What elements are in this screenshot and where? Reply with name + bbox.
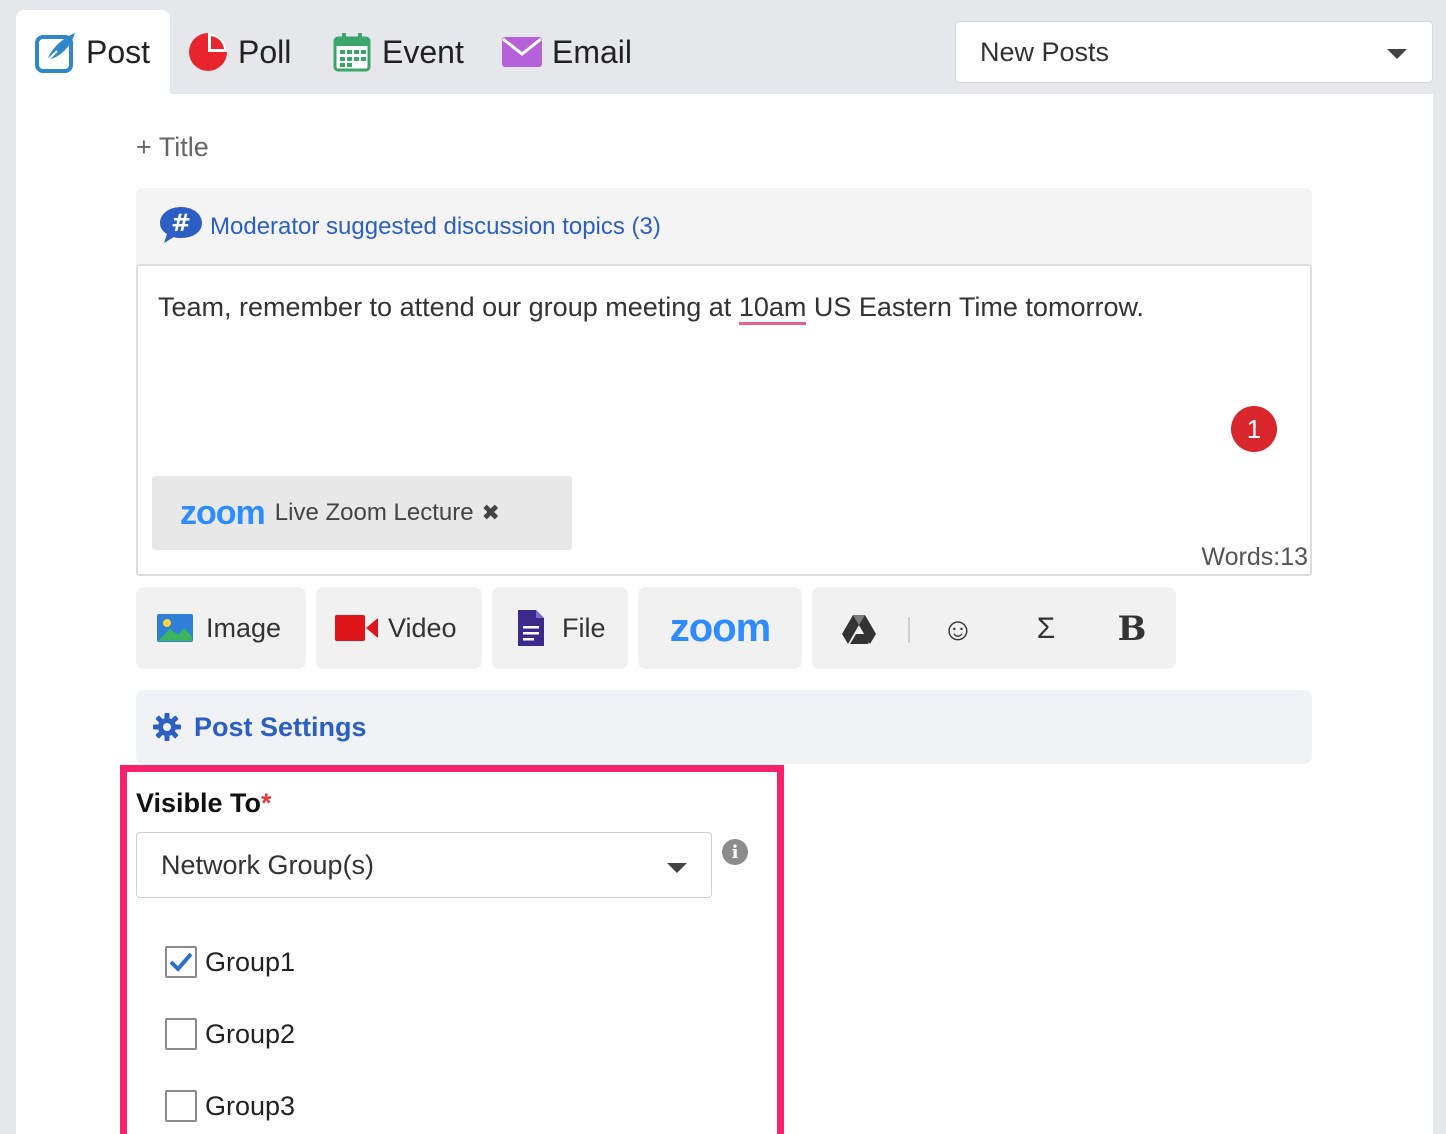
hashtag-bubble-icon: # (158, 205, 204, 250)
tab-event[interactable]: Event (330, 10, 464, 94)
caret-down-icon (1387, 49, 1407, 59)
suggested-topics-label: Moderator suggested discussion topics (3… (210, 213, 661, 240)
composer-tab-bar: Post Poll Event Email New Posts (0, 0, 1446, 94)
visible-to-value: Network Group(s) (161, 849, 375, 880)
feed-filter-value: New Posts (980, 36, 1110, 67)
caret-down-icon (667, 863, 687, 873)
zoom-attachment-name: Live Zoom Lecture (274, 499, 474, 526)
pie-chart-icon (186, 30, 230, 74)
envelope-icon (500, 30, 544, 74)
tab-email-label: Email (552, 33, 633, 70)
visible-to-label: Visible To* (136, 788, 272, 818)
notification-badge: 1 (1231, 406, 1277, 452)
group-checkbox-row[interactable]: Group2 (165, 1018, 295, 1050)
info-icon[interactable]: i (722, 839, 748, 865)
zoom-logo-button-label: zoom (669, 605, 771, 650)
group-checkbox-row[interactable]: Group1 (165, 946, 295, 978)
group2-checkbox[interactable] (165, 1018, 197, 1050)
post-settings-label: Post Settings (194, 711, 367, 742)
attach-file-button[interactable]: File (492, 587, 628, 669)
word-count: Words:13 (1201, 543, 1308, 571)
spellcheck-flagged-word: 10am (738, 292, 807, 325)
visible-to-select[interactable]: Network Group(s) (136, 832, 712, 898)
calendar-icon (330, 30, 374, 74)
add-title-link[interactable]: + Title (136, 132, 209, 163)
attach-file-label: File (562, 612, 606, 643)
formatting-toolbar-group: ☺ Σ B (812, 587, 1176, 669)
emoji-icon[interactable]: ☺ (942, 609, 975, 649)
gear-icon (152, 712, 182, 742)
group3-checkbox[interactable] (165, 1090, 197, 1122)
tab-poll[interactable]: Poll (186, 10, 291, 94)
required-asterisk: * (261, 788, 272, 818)
toolbar-separator (908, 617, 910, 643)
insert-image-label: Image (206, 612, 282, 643)
post-body-editor[interactable]: Team, remember to attend our group meeti… (136, 264, 1312, 576)
add-zoom-meeting-button[interactable]: zoom (638, 587, 802, 669)
post-body-text: Team, remember to attend our group meeti… (158, 292, 1144, 325)
post-settings-toggle[interactable]: Post Settings (136, 690, 1312, 764)
image-icon (156, 613, 194, 643)
group-checkbox-row[interactable]: Group3 (165, 1090, 295, 1122)
insert-video-button[interactable]: Video (316, 587, 482, 669)
svg-text:#: # (171, 209, 191, 237)
document-icon (516, 608, 546, 648)
suggested-topics-bar[interactable]: # Moderator suggested discussion topics … (136, 188, 1312, 266)
zoom-attachment-chip: zoom Live Zoom Lecture ✖ (152, 476, 572, 550)
tab-post-label: Post (86, 33, 151, 70)
tab-post[interactable]: Post (16, 10, 170, 94)
insert-video-label: Video (388, 612, 457, 643)
bold-icon[interactable]: B (1116, 609, 1148, 649)
group1-label: Group1 (205, 946, 296, 977)
tab-email[interactable]: Email (500, 10, 632, 94)
google-drive-icon[interactable] (840, 609, 878, 649)
group3-label: Group3 (205, 1090, 296, 1121)
zoom-logo: zoom (180, 493, 266, 532)
post-quill-icon (34, 30, 78, 74)
tab-poll-label: Poll (238, 33, 292, 70)
remove-attachment-icon[interactable]: ✖ (482, 500, 500, 526)
feed-filter-select[interactable]: New Posts (955, 21, 1433, 83)
math-sigma-icon[interactable]: Σ (1030, 609, 1062, 649)
video-camera-icon (334, 613, 380, 643)
insert-image-button[interactable]: Image (136, 587, 306, 669)
group2-label: Group2 (205, 1018, 296, 1049)
tab-event-label: Event (382, 33, 464, 70)
group1-checkbox[interactable] (165, 946, 197, 978)
